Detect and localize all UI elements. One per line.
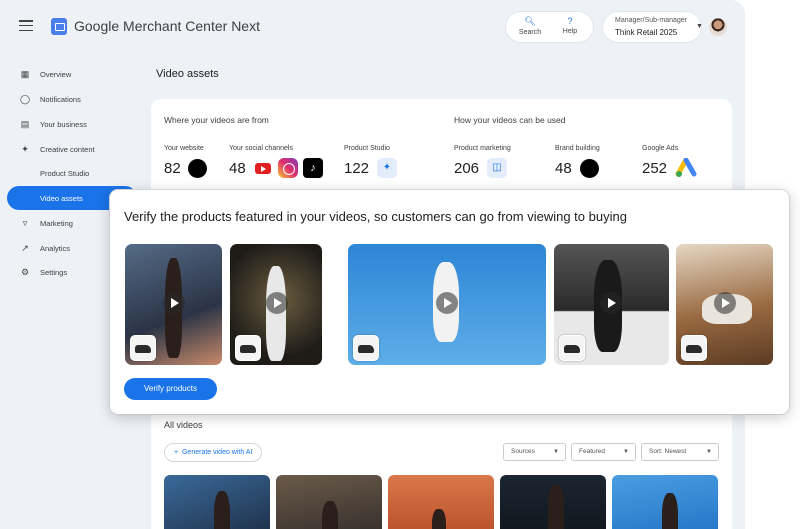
sidebar-item-creative-content[interactable]: ✦ Creative content [7, 137, 137, 161]
generate-video-button[interactable]: + Generate video with AI [164, 443, 263, 462]
stat-value: 48 [229, 160, 246, 177]
header-actions: 🔍︎ Search ? Help [506, 12, 593, 42]
chevron-down-icon: ▼ [706, 449, 712, 455]
store-icon: ▤ [20, 118, 30, 129]
sources-heading: Where your videos are from [164, 115, 269, 125]
verify-products-dialog: Verify the products featured in your vid… [110, 190, 789, 414]
play-icon[interactable] [436, 292, 458, 314]
help-icon: ? [567, 16, 573, 26]
sidebar-item-your-business[interactable]: ▤ Your business [7, 112, 137, 136]
google-ads-icon [675, 158, 697, 177]
overview-icon: ▦ [20, 68, 30, 79]
sidebar-item-product-studio[interactable]: Product Studio [7, 161, 137, 185]
product-tag-icon[interactable] [353, 335, 379, 361]
gear-icon: ⚙ [20, 266, 30, 277]
stat-label: Product Studio [344, 145, 390, 152]
video-thumbnail[interactable] [612, 475, 718, 529]
dialog-heading: Verify the products featured in your vid… [124, 209, 627, 224]
play-icon[interactable] [266, 292, 288, 314]
stat-label: Your social channels [229, 145, 293, 152]
usage-heading: How your videos can be used [454, 115, 566, 125]
stat-label: Product marketing [454, 145, 511, 152]
video-thumbnail[interactable] [125, 244, 222, 365]
youtube-icon [253, 158, 273, 178]
tiktok-icon: ♪ [303, 158, 323, 178]
trend-icon: ↗ [21, 242, 29, 253]
stat-label: Brand building [555, 145, 600, 152]
merchant-center-logo [51, 18, 67, 35]
sidebar-item-overview[interactable]: ▦ Overview [7, 62, 137, 86]
product-tag-icon[interactable] [130, 335, 156, 361]
product-tag-icon[interactable] [559, 335, 585, 361]
menu-icon[interactable] [19, 20, 33, 32]
account-switcher[interactable]: Manager/Sub-manager Think Retail 2025 ▼ [603, 12, 703, 42]
sort-filter[interactable]: Sort: Newest ▼ [641, 443, 719, 461]
help-button[interactable]: ? Help [550, 12, 590, 35]
video-thumbnail[interactable] [500, 475, 606, 529]
account-name: Think Retail 2025 [615, 28, 678, 37]
search-icon: 🔍︎ [524, 16, 536, 26]
video-thumbnail[interactable] [676, 244, 773, 365]
megaphone-icon: ▿ [22, 217, 28, 228]
featured-filter[interactable]: Featured ▼ [571, 443, 636, 461]
verify-products-button[interactable]: Verify products [124, 378, 217, 400]
sidebar-item-notifications[interactable]: ◯ Notifications [7, 87, 137, 111]
chevron-down-icon: ▼ [623, 449, 629, 455]
stat-value: 82 [164, 160, 181, 177]
account-role: Manager/Sub-manager [615, 17, 687, 24]
avatar[interactable] [709, 18, 727, 36]
app-title: Google Merchant Center Next [74, 18, 260, 34]
plus-icon: + [174, 449, 179, 456]
video-thumbnail[interactable] [554, 244, 669, 365]
stat-value: 252 [642, 160, 668, 177]
play-icon[interactable] [163, 292, 185, 314]
video-thumbnail[interactable] [388, 475, 494, 529]
product-tag-icon[interactable] [681, 335, 707, 361]
play-icon[interactable] [600, 292, 622, 314]
product-studio-icon: ✦ [377, 158, 397, 178]
video-thumbnail[interactable] [348, 244, 546, 365]
sources-filter[interactable]: Sources ▼ [503, 443, 566, 461]
stat-value: 122 [344, 160, 370, 177]
website-icon [188, 159, 207, 178]
all-videos-heading: All videos [164, 420, 203, 430]
video-thumbnail[interactable] [230, 244, 322, 365]
bell-icon: ◯ [19, 93, 31, 104]
video-thumbnail[interactable] [164, 475, 270, 529]
stat-value: 48 [555, 160, 572, 177]
brand-icon [580, 159, 599, 178]
shopping-bag-icon: ◫ [487, 158, 507, 178]
video-thumbnail[interactable] [276, 475, 382, 529]
stat-label: Google Ads [642, 145, 679, 152]
chevron-down-icon: ▼ [696, 23, 703, 30]
search-button[interactable]: 🔍︎ Search [510, 12, 550, 36]
stat-label: Your website [164, 145, 204, 152]
stat-value: 206 [454, 160, 480, 177]
product-tag-icon[interactable] [235, 335, 261, 361]
page-title: Video assets [156, 68, 219, 80]
creative-icon: ✦ [21, 143, 29, 154]
chevron-down-icon: ▼ [553, 449, 559, 455]
play-icon[interactable] [714, 292, 736, 314]
instagram-icon [278, 158, 298, 178]
